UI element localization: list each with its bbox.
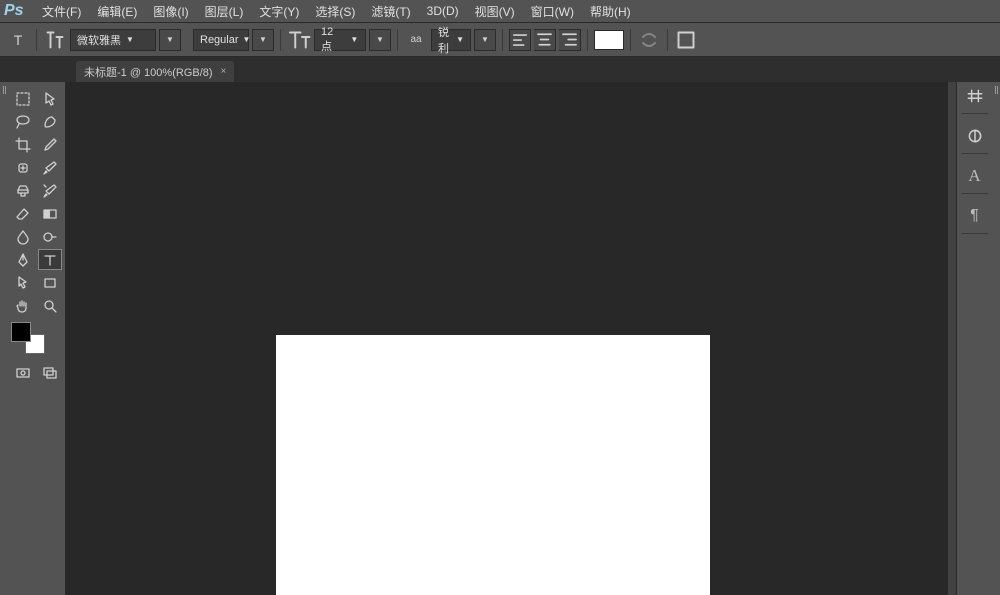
font-size-picker-button[interactable]: ▼ (369, 29, 391, 51)
path-select-tool[interactable] (11, 272, 36, 293)
font-size-select[interactable]: 12 点 ▼ (314, 29, 366, 51)
rectangle-tool[interactable] (38, 272, 63, 293)
type-tool-preset-icon[interactable]: T (6, 28, 30, 52)
anti-alias-select[interactable]: 锐利 ▼ (431, 29, 471, 51)
right-strip (948, 82, 956, 595)
foreground-color-swatch[interactable] (11, 322, 31, 342)
right-panels: A ¶ (956, 82, 992, 595)
app-logo: Ps (4, 2, 34, 20)
align-left-button[interactable] (509, 29, 531, 51)
text-color-swatch[interactable] (594, 30, 624, 50)
menu-type[interactable]: 文字(Y) (251, 1, 307, 22)
chevron-down-icon: ▼ (452, 35, 464, 44)
history-panel-icon[interactable] (962, 88, 988, 114)
blur-tool[interactable] (11, 226, 36, 247)
dodge-tool[interactable] (38, 226, 63, 247)
font-style-value: Regular (200, 34, 239, 46)
font-size-value: 12 点 (321, 26, 346, 54)
anti-alias-value: 锐利 (438, 24, 452, 56)
divider (36, 29, 37, 51)
paragraph-panel-icon[interactable]: ¶ (962, 208, 988, 234)
toolbox (8, 82, 66, 595)
menu-layer[interactable]: 图层(L) (197, 1, 252, 22)
align-right-button[interactable] (559, 29, 581, 51)
history-brush-tool[interactable] (38, 180, 63, 201)
align-center-button[interactable] (534, 29, 556, 51)
close-tab-icon[interactable]: × (221, 66, 227, 77)
menu-view[interactable]: 视图(V) (467, 1, 523, 22)
lasso-tool[interactable] (11, 111, 36, 132)
hand-tool[interactable] (11, 295, 36, 316)
gradient-tool[interactable] (38, 203, 63, 224)
chevron-down-icon: ▼ (121, 35, 135, 44)
quick-select-tool[interactable] (38, 111, 63, 132)
anti-alias-picker-button[interactable]: ▼ (474, 29, 496, 51)
quick-mask-tool[interactable] (11, 362, 36, 383)
menu-bar: Ps 文件(F) 编辑(E) 图像(I) 图层(L) 文字(Y) 选择(S) 滤… (0, 0, 1000, 23)
menu-help[interactable]: 帮助(H) (582, 1, 639, 22)
warp-text-icon[interactable] (637, 28, 661, 52)
brush-tool[interactable] (38, 157, 63, 178)
font-family-value: 微软雅黑 (77, 32, 121, 48)
menu-select[interactable]: 选择(S) (307, 1, 363, 22)
type-options-bar: T 微软雅黑 ▼ ▼ Regular ▼ ▼ 12 点 ▼ ▼ aa 锐利 ▼ … (0, 23, 1000, 57)
chevron-down-icon: ▼ (346, 35, 359, 44)
type-orientation-icon[interactable] (43, 28, 67, 52)
color-swatches[interactable] (11, 322, 45, 354)
right-collapse-handle[interactable] (992, 82, 1000, 595)
zoom-tool[interactable] (38, 295, 63, 316)
document-tab-title: 未标题-1 @ 100%(RGB/8) (84, 64, 213, 80)
marquee-tool[interactable] (11, 88, 36, 109)
screen-mode-tool[interactable] (38, 362, 63, 383)
menu-3d[interactable]: 3D(D) (419, 2, 467, 20)
character-panel-icon[interactable] (674, 28, 698, 52)
font-style-picker-button[interactable]: ▼ (252, 29, 274, 51)
chevron-down-icon: ▼ (239, 35, 251, 44)
character-panel-icon[interactable]: A (962, 168, 988, 194)
divider (502, 29, 503, 51)
crop-tool[interactable] (11, 134, 36, 155)
document-tabs: 未标题-1 @ 100%(RGB/8) × (0, 57, 1000, 82)
font-family-select[interactable]: 微软雅黑 ▼ (70, 29, 156, 51)
left-collapse-handle[interactable] (0, 82, 8, 595)
menu-edit[interactable]: 编辑(E) (89, 1, 145, 22)
menu-image[interactable]: 图像(I) (145, 1, 196, 22)
divider (667, 29, 668, 51)
menu-window[interactable]: 窗口(W) (523, 1, 582, 22)
anti-alias-icon: aa (404, 28, 428, 52)
spot-heal-tool[interactable] (11, 157, 36, 178)
move-tool[interactable] (38, 88, 63, 109)
pen-tool[interactable] (11, 249, 36, 270)
eyedropper-tool[interactable] (38, 134, 63, 155)
divider (630, 29, 631, 51)
workspace: A ¶ (0, 82, 1000, 595)
document-tab[interactable]: 未标题-1 @ 100%(RGB/8) × (76, 61, 234, 82)
divider (587, 29, 588, 51)
font-size-icon (287, 28, 311, 52)
document-canvas[interactable] (276, 335, 710, 595)
font-style-select[interactable]: Regular ▼ (193, 29, 249, 51)
canvas-area[interactable] (66, 82, 948, 595)
eraser-tool[interactable] (11, 203, 36, 224)
divider (397, 29, 398, 51)
menu-filter[interactable]: 滤镜(T) (363, 1, 418, 22)
adjustments-panel-icon[interactable] (962, 128, 988, 154)
font-family-picker-button[interactable]: ▼ (159, 29, 181, 51)
divider (280, 29, 281, 51)
clone-stamp-tool[interactable] (11, 180, 36, 201)
type-tool[interactable] (38, 249, 63, 270)
menu-file[interactable]: 文件(F) (34, 1, 89, 22)
